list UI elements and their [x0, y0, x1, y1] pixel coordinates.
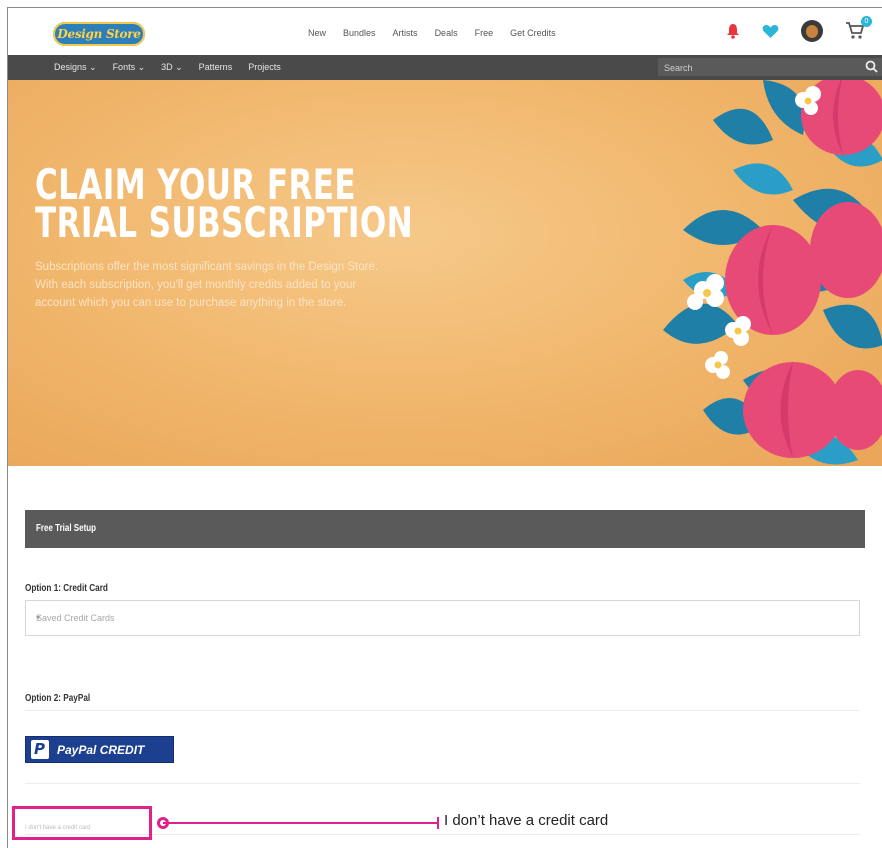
cart-icon[interactable]: 0 — [845, 16, 872, 41]
paypal-button-label: PayPal CREDIT — [57, 742, 145, 757]
nav-projects[interactable]: Projects — [248, 62, 281, 73]
header-icons: 0 — [726, 16, 872, 42]
top-nav: New Bundles Artists Deals Free Get Credi… — [308, 28, 556, 38]
annotation-highlight-box — [12, 806, 152, 840]
heart-icon[interactable] — [762, 24, 779, 39]
hero-title-line2: TRIAL SUBSCRIPTION — [35, 198, 414, 247]
hero-description: Subscriptions offer the most significant… — [35, 261, 379, 309]
search-input[interactable] — [658, 59, 848, 77]
bell-icon[interactable] — [726, 23, 740, 39]
nav-designs-dropdown[interactable]: Designs ⌄ — [54, 62, 97, 73]
site-logo[interactable]: Design Store — [53, 22, 145, 46]
divider — [25, 710, 860, 711]
nav-link-artists[interactable]: Artists — [393, 28, 418, 38]
nav-3d-dropdown[interactable]: 3D ⌄ — [161, 62, 183, 73]
nav-link-bundles[interactable]: Bundles — [343, 28, 376, 38]
nav-patterns[interactable]: Patterns — [199, 62, 233, 73]
annotation-leader-line — [163, 822, 439, 824]
paypal-credit-button[interactable]: PayPal CREDIT — [25, 736, 174, 763]
option1-label: Option 1: Credit Card — [25, 583, 108, 594]
search-icon[interactable] — [865, 60, 878, 73]
option2-label: Option 2: PayPal — [25, 693, 91, 704]
free-trial-setup-header: Free Trial Setup — [25, 510, 865, 548]
hero-title: CLAIM YOUR FREE TRIAL SUBSCRIPTION — [35, 164, 414, 247]
cart-count-badge: 0 — [861, 16, 872, 27]
browser-viewport: Design Store New Bundles Artists Deals F… — [7, 7, 882, 848]
chevron-down-icon: ▾ — [36, 613, 41, 622]
annotation-label: I don’t have a credit card — [444, 812, 609, 829]
search-bar — [658, 58, 882, 77]
nav-link-free[interactable]: Free — [475, 28, 494, 38]
saved-credit-cards-select[interactable]: Saved Credit Cards ▾ — [25, 600, 860, 636]
section-title: Free Trial Setup — [36, 523, 97, 534]
paypal-icon — [31, 740, 49, 759]
user-avatar[interactable] — [801, 20, 823, 42]
hero-banner: CLAIM YOUR FREE TRIAL SUBSCRIPTION Subsc… — [8, 80, 882, 466]
divider — [25, 783, 860, 784]
annotation-line-end — [437, 817, 439, 829]
nav-link-deals[interactable]: Deals — [435, 28, 458, 38]
nav-fonts-dropdown[interactable]: Fonts ⌄ — [113, 62, 146, 73]
paper-flowers-illustration — [663, 80, 882, 465]
logo-text: Design Store — [57, 27, 141, 41]
category-nav: Designs ⌄ Fonts ⌄ 3D ⌄ Patterns Projects — [8, 55, 882, 80]
nav-link-new[interactable]: New — [308, 28, 326, 38]
site-header: Design Store New Bundles Artists Deals F… — [8, 8, 882, 55]
nav-link-get-credits[interactable]: Get Credits — [510, 28, 556, 38]
